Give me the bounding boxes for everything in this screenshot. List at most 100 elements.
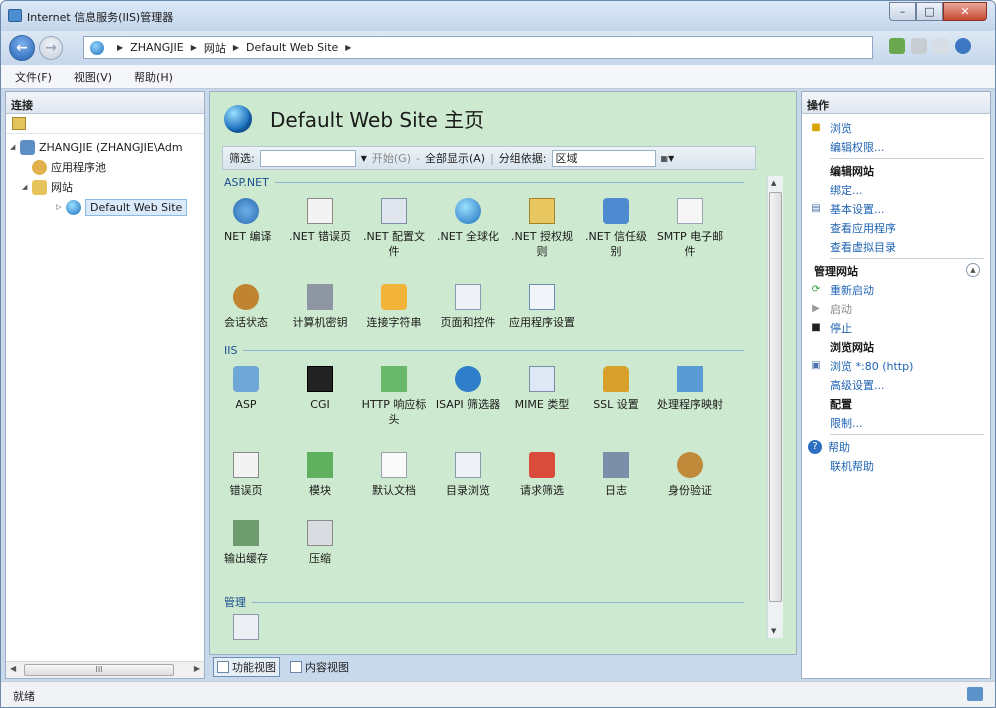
feature-item[interactable]: .NET 信任级别 <box>580 198 652 259</box>
features-pane: Default Web Site 主页 筛选: ▼ 开始(G) - 全部显示(A… <box>209 91 797 655</box>
action-start[interactable]: ▶ 启动 <box>802 299 990 318</box>
action-help[interactable]: ? 帮助 <box>802 437 990 456</box>
action-view-applications[interactable]: 查看应用程序 <box>802 218 990 237</box>
feature-item[interactable]: 默认文档 <box>358 452 430 498</box>
home-icon[interactable] <box>933 38 949 54</box>
tree-node-server[interactable]: ◢ ZHANGJIE (ZHANGJIE\Adm <box>6 137 204 157</box>
feature-item[interactable]: .NET 授权规则 <box>506 198 578 259</box>
feature-item[interactable]: 请求筛选 <box>506 452 578 498</box>
show-all-button[interactable]: 全部显示(A) <box>425 150 485 166</box>
window-title: Internet 信息服务(IIS)管理器 <box>27 11 174 24</box>
feature-item[interactable]: 目录浏览 <box>432 452 504 498</box>
feature-item[interactable]: ISAPI 筛选器 <box>432 366 504 412</box>
feature-item[interactable]: 身份验证 <box>654 452 726 498</box>
action-limits[interactable]: 限制... <box>802 413 990 432</box>
maximize-button[interactable]: □ <box>916 2 943 21</box>
feature-icon <box>455 366 481 392</box>
features-vscrollbar[interactable]: ▲ ▼ <box>767 176 783 638</box>
feature-item[interactable]: SSL 设置 <box>580 366 652 412</box>
connect-icon[interactable] <box>889 38 905 54</box>
feature-item[interactable]: ASP <box>224 366 282 412</box>
feature-item[interactable]: .NET 配置文件 <box>358 198 430 259</box>
feature-item[interactable]: 页面和控件 <box>432 284 504 330</box>
group-header[interactable]: IIS <box>224 344 744 357</box>
feature-icon <box>603 198 629 224</box>
menu-help[interactable]: 帮助(H) <box>134 69 173 85</box>
feature-icon <box>307 198 333 224</box>
action-browse-port-80[interactable]: ▣ 浏览 *:80 (http) <box>802 356 990 375</box>
back-button[interactable]: ← <box>9 35 35 61</box>
feature-item[interactable]: MIME 类型 <box>506 366 578 412</box>
feature-icon <box>307 284 333 310</box>
breadcrumb-site[interactable]: Default Web Site <box>246 41 338 54</box>
collapse-arrow-icon[interactable]: ◢ <box>22 183 32 191</box>
action-stop[interactable]: ■ 停止 <box>802 318 990 337</box>
expand-arrow-icon[interactable]: ▷ <box>56 203 66 211</box>
features-list: ASP.NET .NET 编译 .NET 错误页 .NET 配置文件 .NET 全球化.… <box>224 176 764 642</box>
start-filter-button[interactable]: 开始(G) <box>372 150 411 166</box>
navigation-bar: ← → ▶ ZHANGJIE ▶ 网站 ▶ Default Web Site ▶ <box>1 31 995 65</box>
feature-icon <box>529 452 555 478</box>
feature-item[interactable]: 连接字符串 <box>358 284 430 330</box>
feature-item[interactable]: .NET 错误页 <box>284 198 356 244</box>
action-basic-settings[interactable]: ▤ 基本设置... <box>802 199 990 218</box>
feature-item[interactable]: 压缩 <box>284 520 356 566</box>
feature-item[interactable]: 模块 <box>284 452 356 498</box>
tree-node-app-pools[interactable]: 应用程序池 <box>6 157 204 177</box>
feature-item[interactable]: 输出缓存 <box>224 520 282 566</box>
stop-icon[interactable] <box>911 38 927 54</box>
collapse-icon[interactable]: ▲ <box>966 263 980 277</box>
action-browse[interactable]: ■ 浏览 <box>802 118 990 137</box>
feature-label: SSL 设置 <box>593 398 639 411</box>
features-view-tab[interactable]: 功能视图 <box>213 657 280 677</box>
feature-item[interactable]: 会话状态 <box>224 284 282 330</box>
action-edit-permissions[interactable]: 编辑权限... <box>802 137 990 156</box>
connections-hscrollbar[interactable]: ◀ III ▶ <box>6 661 204 678</box>
tree-node-default-web-site[interactable]: ▷ Default Web Site <box>6 197 204 217</box>
feature-icon <box>307 520 333 546</box>
action-advanced-settings[interactable]: 高级设置... <box>802 375 990 394</box>
feature-label: 连接字符串 <box>366 316 422 329</box>
breadcrumb-sites[interactable]: 网站 <box>204 40 226 56</box>
filter-input[interactable] <box>259 149 356 167</box>
minimize-button[interactable]: – <box>889 2 916 21</box>
feature-item[interactable]: .NET 全球化 <box>432 198 504 244</box>
breadcrumb-server[interactable]: ZHANGJIE <box>130 41 184 54</box>
menu-file[interactable]: 文件(F) <box>15 69 52 85</box>
action-online-help[interactable]: 联机帮助 <box>802 456 990 475</box>
feature-item[interactable]: SMTP 电子邮件 <box>654 198 726 259</box>
content-view-tab[interactable]: 内容视图 <box>286 657 353 677</box>
feature-item[interactable]: 计算机密钥 <box>284 284 356 330</box>
new-connection-icon[interactable] <box>12 117 26 130</box>
feature-icon <box>529 284 555 310</box>
action-restart[interactable]: ⟳ 重新启动 <box>802 280 990 299</box>
feature-label: 目录浏览 <box>446 484 490 497</box>
vscroll-thumb[interactable] <box>769 192 782 602</box>
feature-item[interactable]: 处理程序映射 <box>654 366 726 412</box>
feature-item[interactable]: 错误页 <box>224 452 282 498</box>
hscroll-thumb[interactable]: III <box>24 664 174 676</box>
group-header[interactable]: 管理 <box>224 594 744 610</box>
group-header[interactable]: ASP.NET <box>224 176 744 189</box>
menu-view[interactable]: 视图(V) <box>74 69 112 85</box>
feature-item[interactable]: CGI <box>284 366 356 412</box>
group-by-select[interactable]: 区域 <box>551 149 656 167</box>
feature-item[interactable]: HTTP 响应标头 <box>358 366 430 427</box>
feature-item[interactable]: 配置编辑器 <box>224 614 282 642</box>
feature-item[interactable]: 应用程序设置 <box>506 284 578 330</box>
collapse-arrow-icon[interactable]: ◢ <box>10 143 20 151</box>
filter-dropdown-icon[interactable]: ▼ <box>361 154 367 163</box>
forward-button[interactable]: → <box>39 36 63 60</box>
address-bar[interactable]: ▶ ZHANGJIE ▶ 网站 ▶ Default Web Site ▶ <box>83 36 873 59</box>
feature-item[interactable]: .NET 编译 <box>224 198 282 244</box>
feature-label: 输出缓存 <box>224 552 268 565</box>
view-mode-icon[interactable]: ▦▼ <box>661 154 675 163</box>
status-bar: 就绪 <box>1 681 995 707</box>
close-button[interactable]: ✕ <box>943 2 987 21</box>
feature-item[interactable]: 日志 <box>580 452 652 498</box>
action-bindings[interactable]: 绑定... <box>802 180 990 199</box>
tree-node-sites[interactable]: ◢ 网站 <box>6 177 204 197</box>
action-view-virtual-directories[interactable]: 查看虚拟目录 <box>802 237 990 256</box>
iis-app-icon <box>8 9 22 22</box>
help-icon[interactable] <box>955 38 971 54</box>
